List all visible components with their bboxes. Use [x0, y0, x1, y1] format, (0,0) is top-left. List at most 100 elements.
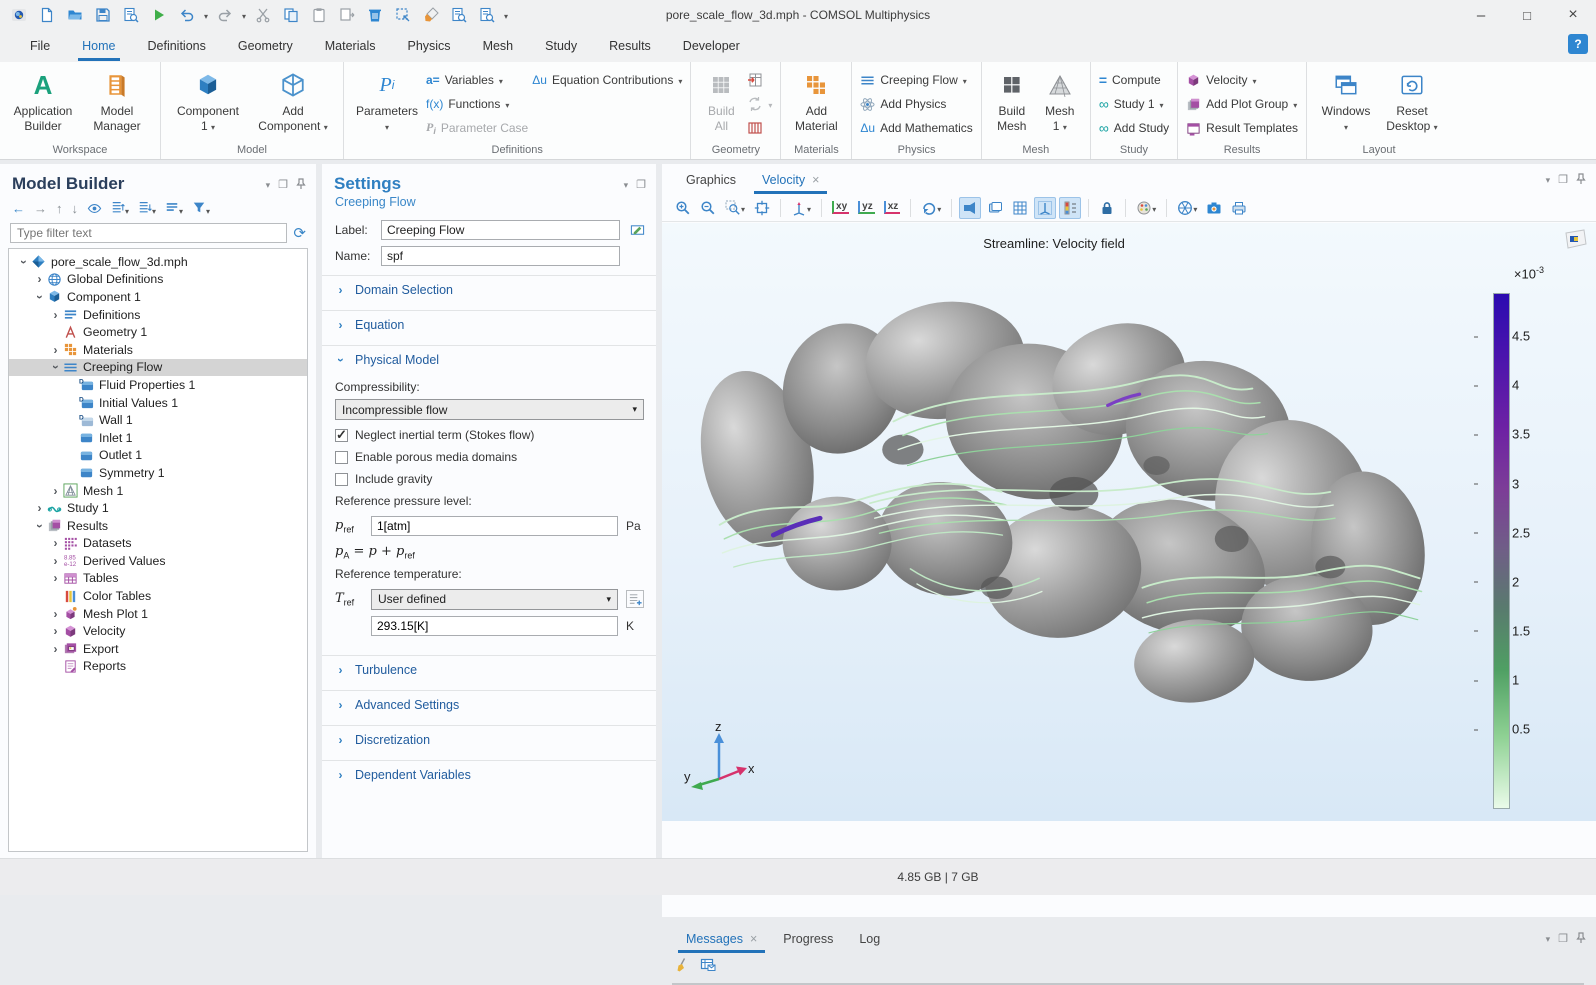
tree-item[interactable]: Symmetry 1: [9, 464, 307, 482]
graphics-canvas[interactable]: Streamline: Velocity field: [662, 223, 1596, 821]
section-advanced-settings[interactable]: Advanced Settings: [322, 690, 656, 719]
comsol-logo-icon[interactable]: [8, 4, 30, 26]
paste-icon[interactable]: [308, 4, 330, 26]
rename-icon[interactable]: [628, 221, 646, 239]
tree-item[interactable]: Outlet 1: [9, 447, 307, 465]
run-icon[interactable]: [148, 4, 170, 26]
tree-item[interactable]: Initial Values 1: [9, 394, 307, 412]
comsol-corner-logo-icon[interactable]: [1564, 229, 1588, 249]
tree-item[interactable]: Velocity: [9, 622, 307, 640]
grid-toggle[interactable]: [1009, 197, 1031, 219]
panel-menu-icon[interactable]: [266, 177, 271, 191]
tab-study[interactable]: Study: [543, 33, 579, 59]
section-turbulence[interactable]: Turbulence: [322, 655, 656, 684]
zoom-selected-icon[interactable]: [448, 4, 470, 26]
tree-item[interactable]: Global Definitions: [9, 271, 307, 289]
tree-item[interactable]: Materials: [9, 341, 307, 359]
tab-definitions[interactable]: Definitions: [146, 33, 208, 59]
physics-interface-select[interactable]: Creeping Flow: [860, 70, 972, 90]
build-all-button[interactable]: Build All: [699, 66, 743, 134]
tree-item[interactable]: Component 1: [9, 288, 307, 306]
parameters-button[interactable]: Parameters: [352, 66, 422, 134]
velocity-plot-select[interactable]: Velocity: [1186, 70, 1298, 90]
tree-item-selected[interactable]: Creeping Flow: [9, 359, 307, 377]
expand-all-icon[interactable]: [138, 200, 156, 217]
zoom-extents-icon[interactable]: [751, 197, 773, 219]
windows-button[interactable]: Windows: [1315, 66, 1377, 134]
model-manager-button[interactable]: Model Manager: [82, 66, 152, 134]
sync-parts-button[interactable]: [747, 94, 772, 114]
filter-icon[interactable]: [192, 200, 210, 217]
measurements-button[interactable]: [747, 118, 772, 138]
mesh-1-button[interactable]: Mesh 1: [1038, 66, 1082, 134]
duplicate-icon[interactable]: [336, 4, 358, 26]
orientation-axes-toggle[interactable]: [1034, 197, 1056, 219]
refresh-icon[interactable]: ⟳: [293, 224, 306, 242]
undo-icon[interactable]: [176, 4, 198, 26]
copy-icon[interactable]: [280, 4, 302, 26]
redo-dropdown-icon[interactable]: [242, 8, 246, 22]
ref-temperature-select[interactable]: User defined ▾: [371, 589, 618, 610]
save-as-icon[interactable]: [120, 4, 142, 26]
color-theme-icon[interactable]: [1133, 197, 1159, 219]
view-xz-icon[interactable]: xz: [881, 197, 904, 219]
checkbox-checked-icon[interactable]: [335, 429, 348, 442]
redo-icon[interactable]: [214, 4, 236, 26]
view-yz-icon[interactable]: yz: [855, 197, 878, 219]
filter-input[interactable]: [10, 223, 287, 243]
print-icon[interactable]: [1228, 197, 1250, 219]
stokes-flow-checkbox-row[interactable]: Neglect inertial term (Stokes flow): [335, 424, 644, 446]
tab-physics[interactable]: Physics: [405, 33, 452, 59]
tree-item[interactable]: Reports: [9, 658, 307, 676]
zoom-out-icon[interactable]: [697, 197, 719, 219]
tree-item[interactable]: pore_scale_flow_3d.mph: [9, 253, 307, 271]
tab-messages[interactable]: Messages×: [676, 927, 767, 953]
color-legend-toggle[interactable]: [1059, 197, 1081, 219]
tree-item[interactable]: Mesh 1: [9, 482, 307, 500]
undo-dropdown-icon[interactable]: [204, 8, 208, 22]
forward-icon[interactable]: →: [34, 201, 47, 216]
rotate-icon[interactable]: [918, 197, 944, 219]
panel-menu-icon[interactable]: [1546, 931, 1551, 945]
panel-float-icon[interactable]: [1558, 172, 1568, 186]
view-lock-icon[interactable]: [1096, 197, 1118, 219]
tree-item[interactable]: Tables: [9, 570, 307, 588]
default-view-icon[interactable]: [788, 197, 814, 219]
section-discretization[interactable]: Discretization: [322, 725, 656, 754]
collapse-all-icon[interactable]: [111, 200, 129, 217]
tree-item[interactable]: Mesh Plot 1: [9, 605, 307, 623]
add-plot-group-button[interactable]: Add Plot Group: [1186, 94, 1298, 114]
panel-menu-icon[interactable]: [624, 177, 629, 191]
model-tree-node-text-icon[interactable]: [165, 200, 183, 217]
component-1-button[interactable]: Component 1: [169, 66, 247, 134]
select-frame-icon[interactable]: [392, 4, 414, 26]
add-material-button[interactable]: Add Material: [789, 66, 843, 134]
name-input[interactable]: [381, 246, 620, 266]
tree-item[interactable]: Export: [9, 640, 307, 658]
zoom-in-icon[interactable]: [672, 197, 694, 219]
view-xy-icon[interactable]: xy: [829, 197, 852, 219]
close-button[interactable]: [1550, 0, 1596, 30]
reset-desktop-button[interactable]: Reset Desktop: [1381, 66, 1443, 134]
tree-item[interactable]: Geometry 1: [9, 323, 307, 341]
result-templates-button[interactable]: Result Templates: [1186, 118, 1298, 138]
image-snapshot-icon[interactable]: [1174, 197, 1200, 219]
minimize-button[interactable]: [1458, 0, 1504, 30]
tab-geometry[interactable]: Geometry: [236, 33, 295, 59]
add-study-button[interactable]: Add Study: [1099, 118, 1169, 138]
panel-menu-icon[interactable]: [1546, 172, 1551, 186]
move-up-icon[interactable]: ↑: [56, 201, 63, 216]
close-tab-icon[interactable]: ×: [812, 173, 819, 187]
tree-item[interactable]: Definitions: [9, 306, 307, 324]
scene-light-toggle[interactable]: [959, 197, 981, 219]
back-icon[interactable]: ←: [12, 201, 25, 216]
tab-velocity[interactable]: Velocity×: [752, 168, 829, 194]
new-file-icon[interactable]: [36, 4, 58, 26]
variables-button[interactable]: Variables: [426, 70, 528, 90]
more-commands-icon[interactable]: [504, 8, 508, 22]
checkbox-icon[interactable]: [335, 473, 348, 486]
tab-materials[interactable]: Materials: [323, 33, 378, 59]
pin-icon[interactable]: [1576, 173, 1586, 185]
tree-item[interactable]: Datasets: [9, 535, 307, 553]
application-builder-button[interactable]: A Application Builder: [8, 66, 78, 134]
